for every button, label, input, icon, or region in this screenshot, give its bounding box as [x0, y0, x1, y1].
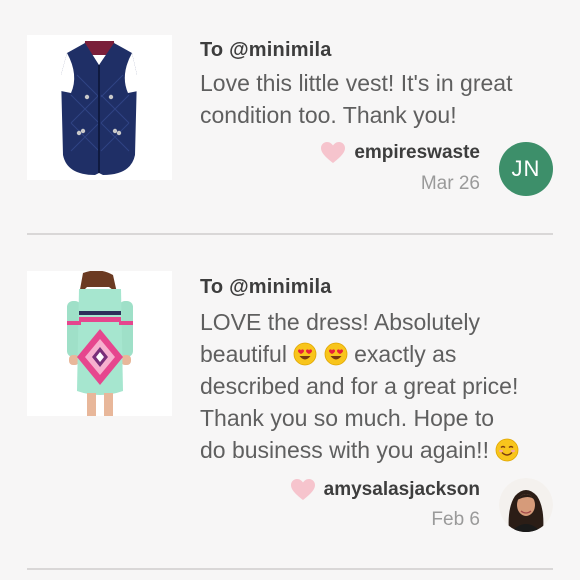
divider: [27, 233, 553, 235]
message-text: beautiful: [200, 341, 287, 367]
listing-thumbnail[interactable]: [27, 35, 172, 180]
message-line: Thank you so much. Hope to: [200, 405, 495, 431]
smiling-emoji-icon: [495, 438, 519, 462]
message-line: LOVE the dress! Absolutely: [200, 309, 480, 335]
user-photo-avatar-icon: [499, 478, 553, 532]
reviews-feed: To @minimila Love this little vest! It's…: [0, 0, 580, 580]
review-date: Feb 6: [431, 509, 480, 530]
author-row: amysalasjackson: [290, 478, 480, 502]
review-card: To @minimila LOVE the dress! Absolutely …: [0, 236, 580, 570]
heart-eyes-emoji-icon: [293, 342, 317, 366]
recipient-label: To @minimila: [200, 39, 332, 61]
navy-vest-image: [27, 35, 172, 180]
message-line: beautiful exactly as: [200, 338, 560, 370]
message-line: Love this little vest! It's in great: [200, 70, 513, 96]
review-date: Mar 26: [420, 173, 480, 194]
heart-icon[interactable]: [320, 141, 346, 165]
review-message: LOVE the dress! Absolutely beautiful exa…: [200, 306, 560, 466]
review-card: To @minimila Love this little vest! It's…: [0, 0, 580, 236]
heart-icon[interactable]: [290, 478, 316, 502]
message-text: exactly as: [354, 341, 457, 367]
message-line: do business with you again!!: [200, 434, 560, 466]
recipient-label: To @minimila: [200, 276, 332, 298]
message-line: condition too. Thank you!: [200, 102, 457, 128]
message-text: do business with you again!!: [200, 437, 489, 463]
heart-eyes-emoji-icon: [324, 342, 348, 366]
listing-thumbnail[interactable]: [27, 271, 172, 416]
avatar[interactable]: [499, 478, 553, 532]
author-username[interactable]: empireswaste: [354, 142, 480, 164]
message-line: described and for a great price!: [200, 373, 519, 399]
author-row: empireswaste: [320, 141, 480, 165]
avatar[interactable]: JN: [499, 142, 553, 196]
aztec-dress-image: [27, 271, 172, 416]
divider: [27, 568, 553, 570]
review-message: Love this little vest! It's in great con…: [200, 67, 560, 131]
author-username[interactable]: amysalasjackson: [324, 479, 480, 501]
